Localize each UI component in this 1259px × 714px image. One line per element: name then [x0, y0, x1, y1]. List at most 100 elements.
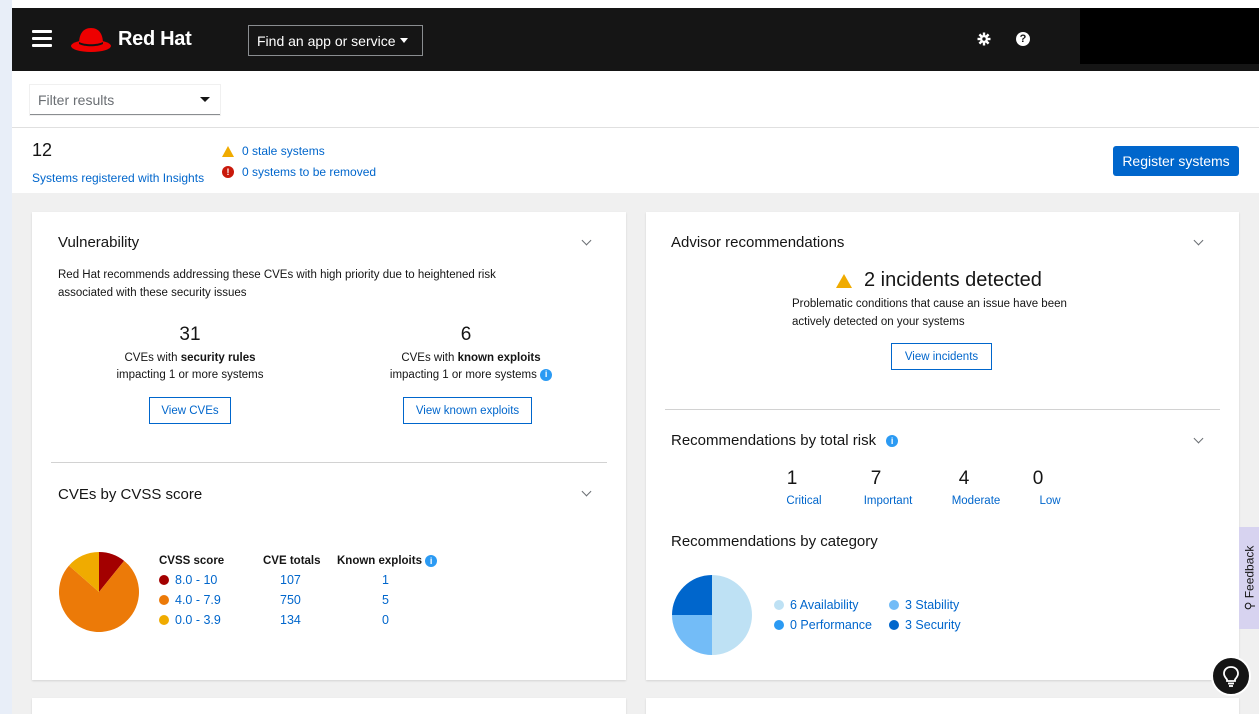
risk-important-count: 7	[870, 468, 882, 489]
incidents-heading: 2 incidents detected	[836, 269, 1042, 292]
legend-dot	[774, 620, 784, 630]
user-menu[interactable]	[1080, 8, 1259, 64]
known-exploits-value[interactable]: 0	[382, 613, 389, 627]
caret-down-icon	[200, 97, 210, 102]
error-icon: !	[222, 166, 234, 178]
app-selector-label: Find an app or service	[257, 32, 396, 49]
feedback-icon: ⚲	[1242, 598, 1257, 611]
legend-dot	[159, 615, 169, 625]
feedback-tab[interactable]: ⚲ Feedback	[1239, 527, 1259, 629]
view-known-exploits-button[interactable]: View known exploits	[403, 397, 532, 424]
known-exploits-label: CVEs with known exploits impacting 1 or …	[366, 350, 576, 384]
systems-to-be-removed-link[interactable]: ! 0 systems to be removed	[222, 165, 376, 179]
incidents-count-label: 2 incidents detected	[864, 269, 1042, 291]
warning-icon	[222, 145, 234, 157]
lightbulb-icon[interactable]	[1211, 656, 1251, 696]
legend-dot	[159, 575, 169, 585]
category-legend-item[interactable]: 6 Availability	[774, 598, 859, 612]
cvss-range-label: 0.0 - 3.9	[175, 613, 221, 627]
cvss-range-label: 4.0 - 7.9	[175, 593, 221, 607]
cvss-range-item[interactable]: 8.0 - 10	[159, 573, 217, 587]
masthead: Red Hat Find an app or service ?	[12, 8, 1259, 71]
gear-icon[interactable]	[976, 31, 992, 47]
category-legend-item[interactable]: 3 Stability	[889, 598, 959, 612]
cvss-score-header: CVSS score	[159, 555, 225, 567]
cve-total-value[interactable]: 750	[280, 593, 301, 607]
category-legend-label: 0 Performance	[790, 618, 872, 632]
advisor-title: Advisor recommendations	[671, 234, 845, 251]
legend-dot	[889, 600, 899, 610]
category-pie-slice-0	[712, 575, 752, 655]
legend-dot	[889, 620, 899, 630]
brand-text: Red Hat	[118, 27, 192, 50]
help-icon[interactable]: ?	[1016, 32, 1030, 46]
known-exploits-value[interactable]: 1	[382, 573, 389, 587]
known-exploits-count: 6	[460, 324, 472, 345]
advisor-description: Problematic conditions that cause an iss…	[792, 298, 1067, 328]
known-exploits-header-label: Known exploits	[337, 555, 422, 568]
feedback-text: Feedback	[1242, 545, 1257, 599]
stale-systems-link[interactable]: 0 stale systems	[222, 144, 325, 158]
filter-placeholder: Filter results	[38, 91, 115, 108]
systems-summary: 12 Systems registered with Insights 0 st…	[12, 128, 1259, 193]
systems-count: 12	[32, 140, 53, 160]
vulnerability-description: Red Hat recommends addressing these CVEs…	[58, 269, 496, 299]
chevron-down-icon[interactable]	[1193, 433, 1204, 444]
cvss-range-label: 8.0 - 10	[175, 573, 218, 587]
red-hat-logo[interactable]: Red Hat	[70, 23, 192, 55]
risk-critical-link[interactable]: Critical	[769, 495, 839, 507]
caret-down-icon	[400, 38, 408, 43]
legend-dot	[774, 600, 784, 610]
cvss-range-item[interactable]: 0.0 - 3.9	[159, 613, 221, 627]
section-divider	[51, 462, 607, 463]
risk-low-link[interactable]: Low	[1015, 495, 1085, 507]
chevron-down-icon[interactable]	[1193, 235, 1204, 246]
category-legend-label: 3 Stability	[905, 598, 960, 612]
risk-important-link[interactable]: Important	[853, 495, 923, 507]
hamburger-icon[interactable]	[32, 30, 52, 48]
red-hat-logo-icon	[71, 28, 111, 52]
app-service-selector[interactable]: Find an app or service	[248, 25, 423, 56]
risk-low-count: 0	[1032, 468, 1044, 489]
info-icon[interactable]: i	[886, 434, 899, 447]
category-pie-slice-2	[672, 575, 712, 615]
known-exploits-header: Known exploits i	[337, 555, 438, 568]
systems-registered-link[interactable]: Systems registered with Insights	[32, 171, 204, 185]
section-divider	[665, 409, 1220, 410]
filter-bar: Filter results	[12, 71, 1259, 128]
chevron-down-icon[interactable]	[581, 235, 592, 246]
security-rules-prefix: CVEs with	[124, 352, 181, 364]
cvss-range-item[interactable]: 4.0 - 7.9	[159, 593, 221, 607]
risk-moderate-link[interactable]: Moderate	[941, 495, 1011, 507]
category-legend-item[interactable]: 0 Performance	[774, 618, 872, 632]
info-icon[interactable]: i	[425, 555, 438, 567]
cve-total-value[interactable]: 107	[280, 573, 301, 587]
cve-total-value[interactable]: 134	[280, 613, 301, 627]
register-systems-button[interactable]: Register systems	[1113, 146, 1239, 176]
cve-totals-header: CVE totals	[263, 555, 321, 567]
vulnerability-card: Vulnerability Red Hat recommends address…	[32, 212, 626, 680]
known-exploits-value[interactable]: 5	[382, 593, 389, 607]
security-rules-label: CVEs with security rules impacting 1 or …	[90, 350, 290, 384]
info-icon[interactable]: i	[540, 368, 553, 381]
window-left-border	[0, 0, 12, 714]
view-cves-button[interactable]: View CVEs	[149, 397, 231, 424]
warning-icon	[836, 273, 852, 288]
category-legend-label: 6 Availability	[790, 598, 859, 612]
security-rules-bold: security rules	[180, 352, 256, 364]
chevron-down-icon[interactable]	[581, 486, 592, 497]
category-legend-item[interactable]: 3 Security	[889, 618, 961, 632]
filter-results-select[interactable]: Filter results	[30, 85, 220, 115]
risk-title: Recommendations by total risk	[671, 432, 877, 449]
security-rules-count: 31	[179, 324, 201, 345]
risk-critical-count: 1	[786, 468, 798, 489]
stale-systems-label: 0 stale systems	[242, 144, 325, 158]
category-legend-label: 3 Security	[905, 618, 961, 632]
known-exploits-bold: known exploits	[457, 352, 541, 364]
vulnerability-title: Vulnerability	[58, 234, 140, 251]
known-exploits-prefix: CVEs with	[401, 352, 458, 364]
view-incidents-button[interactable]: View incidents	[891, 343, 992, 370]
next-card-left	[32, 698, 626, 714]
category-title: Recommendations by category	[671, 533, 878, 550]
cvss-title: CVEs by CVSS score	[58, 486, 203, 503]
